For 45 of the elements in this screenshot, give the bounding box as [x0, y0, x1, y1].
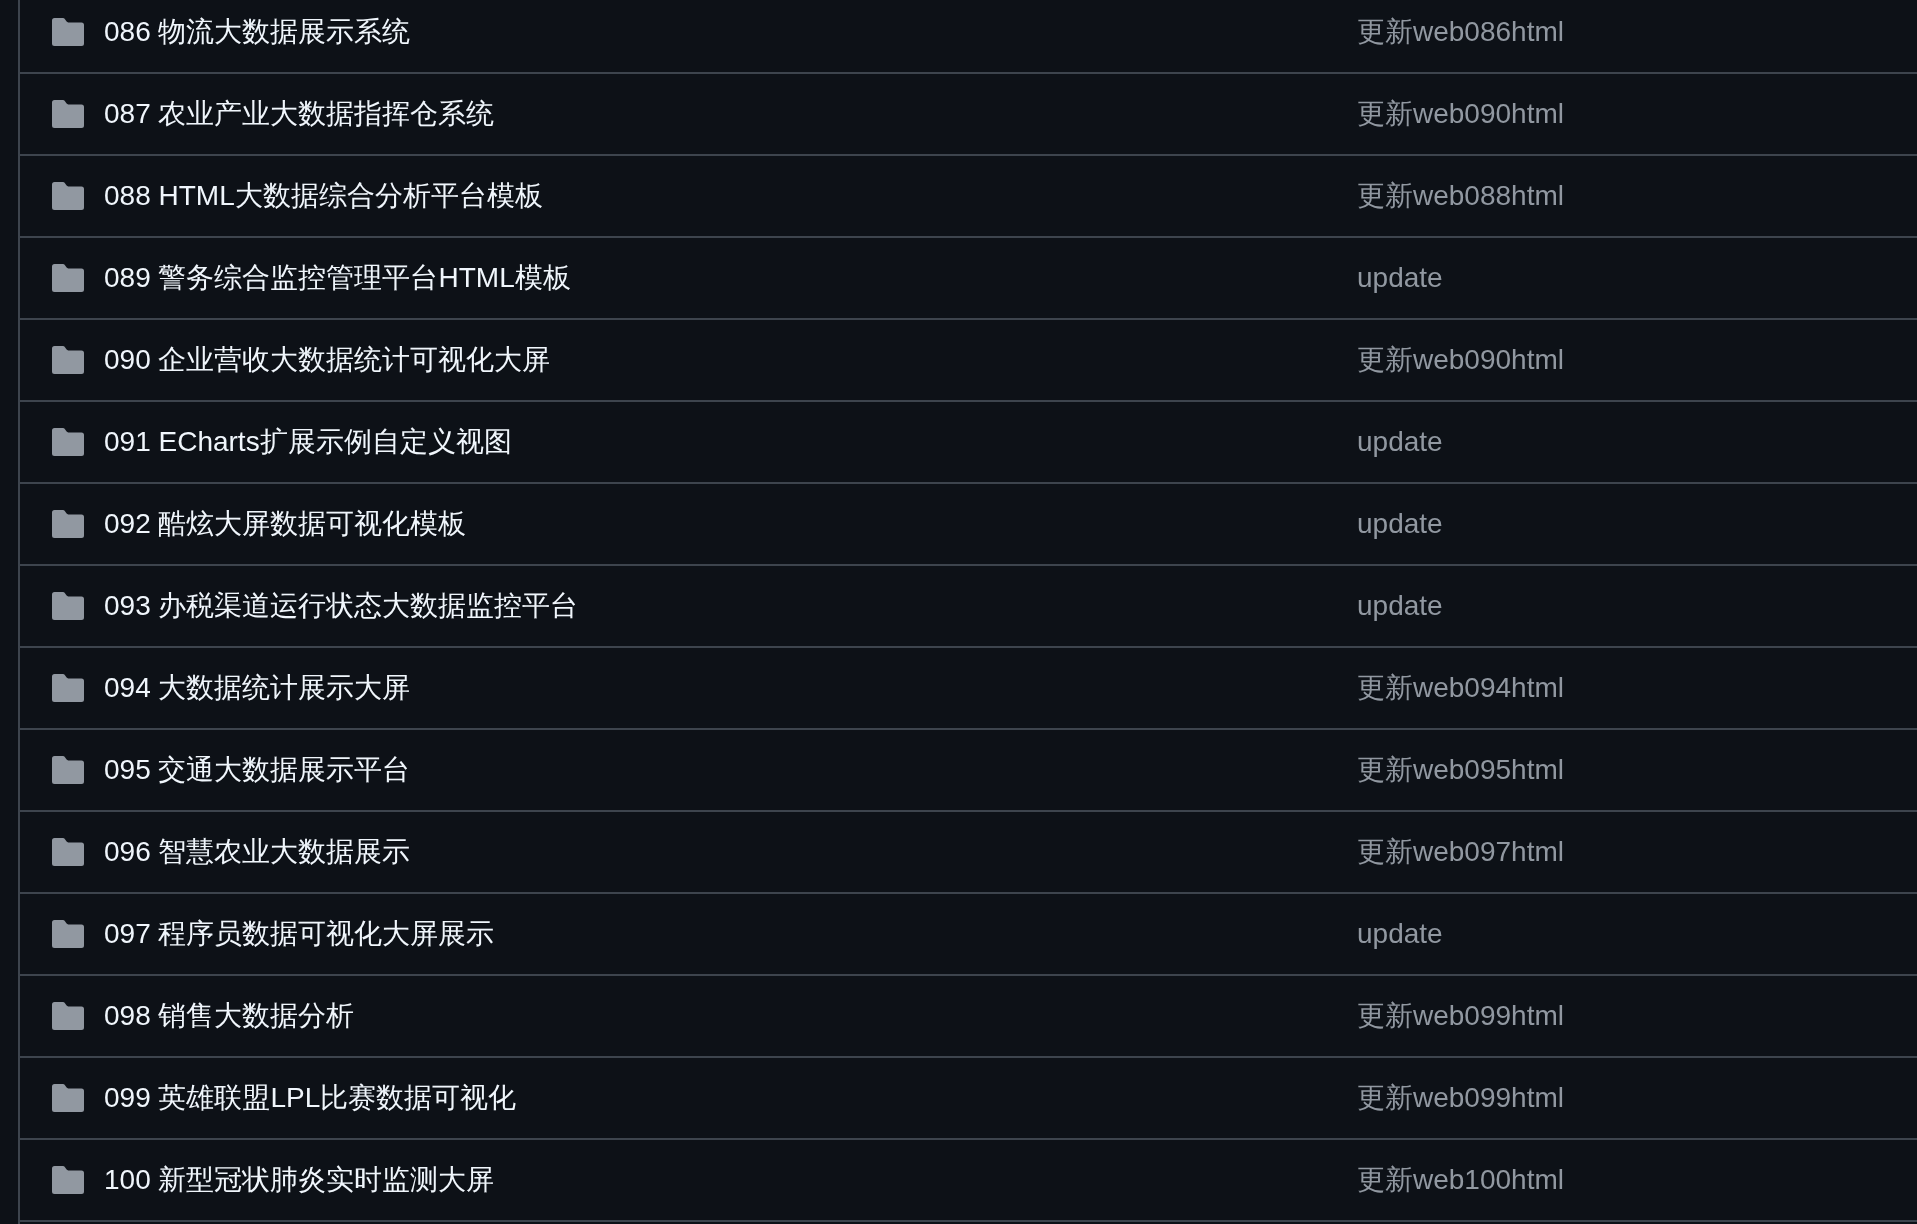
folder-name-link[interactable]: 087 农业产业大数据指挥仓系统	[104, 96, 495, 132]
folder-icon	[52, 100, 84, 128]
commit-message-link[interactable]: update	[1357, 916, 1443, 952]
folder-icon	[52, 920, 84, 948]
commit-message-link[interactable]: 更新web090html	[1357, 96, 1564, 132]
commit-message-link[interactable]: 更新web097html	[1357, 834, 1564, 870]
folder-name-link[interactable]: 095 交通大数据展示平台	[104, 752, 411, 788]
commit-message-link[interactable]: 更新web099html	[1357, 1080, 1564, 1116]
folder-icon	[52, 592, 84, 620]
folder-name-link[interactable]: 092 酷炫大屏数据可视化模板	[104, 506, 467, 542]
folder-icon	[52, 182, 84, 210]
commit-message-link[interactable]: update	[1357, 424, 1443, 460]
folder-name-link[interactable]: 098 销售大数据分析	[104, 998, 355, 1034]
folder-name-link[interactable]: 088 HTML大数据综合分析平台模板	[104, 178, 543, 214]
folder-icon	[52, 18, 84, 46]
folder-icon	[52, 346, 84, 374]
commit-message-link[interactable]: 更新web086html	[1357, 14, 1564, 50]
folder-name-link[interactable]: 091 ECharts扩展示例自定义视图	[104, 424, 512, 460]
folder-name-link[interactable]: 094 大数据统计展示大屏	[104, 670, 411, 706]
folder-icon	[52, 756, 84, 784]
commit-message-link[interactable]: 更新web088html	[1357, 178, 1564, 214]
folder-icon	[52, 264, 84, 292]
commit-message-link[interactable]: 更新web090html	[1357, 342, 1564, 378]
commit-message-link[interactable]: 更新web095html	[1357, 752, 1564, 788]
folder-icon	[52, 1166, 84, 1194]
commit-message-link[interactable]: 更新web100html	[1357, 1162, 1564, 1198]
folder-icon	[52, 1002, 84, 1030]
folder-name-link[interactable]: 097 程序员数据可视化大屏展示	[104, 916, 495, 952]
folder-name-link[interactable]: 099 英雄联盟LPL比赛数据可视化	[104, 1080, 517, 1116]
folder-icon	[52, 1084, 84, 1112]
folder-name-link[interactable]: 100 新型冠状肺炎实时监测大屏	[104, 1162, 495, 1198]
commit-message-link[interactable]: update	[1357, 588, 1443, 624]
commit-message-link[interactable]: update	[1357, 506, 1443, 542]
folder-icon	[52, 428, 84, 456]
folder-name-link[interactable]: 086 物流大数据展示系统	[104, 14, 411, 50]
folder-name-link[interactable]: 090 企业营收大数据统计可视化大屏	[104, 342, 551, 378]
folder-icon	[52, 838, 84, 866]
folder-name-link[interactable]: 089 警务综合监控管理平台HTML模板	[104, 260, 571, 296]
folder-icon	[52, 510, 84, 538]
commit-message-link[interactable]: update	[1357, 260, 1443, 296]
folder-icon	[52, 674, 84, 702]
commit-message-link[interactable]: 更新web099html	[1357, 998, 1564, 1034]
folder-name-link[interactable]: 093 办税渠道运行状态大数据监控平台	[104, 588, 579, 624]
folder-name-link[interactable]: 096 智慧农业大数据展示	[104, 834, 411, 870]
commit-message-link[interactable]: 更新web094html	[1357, 670, 1564, 706]
